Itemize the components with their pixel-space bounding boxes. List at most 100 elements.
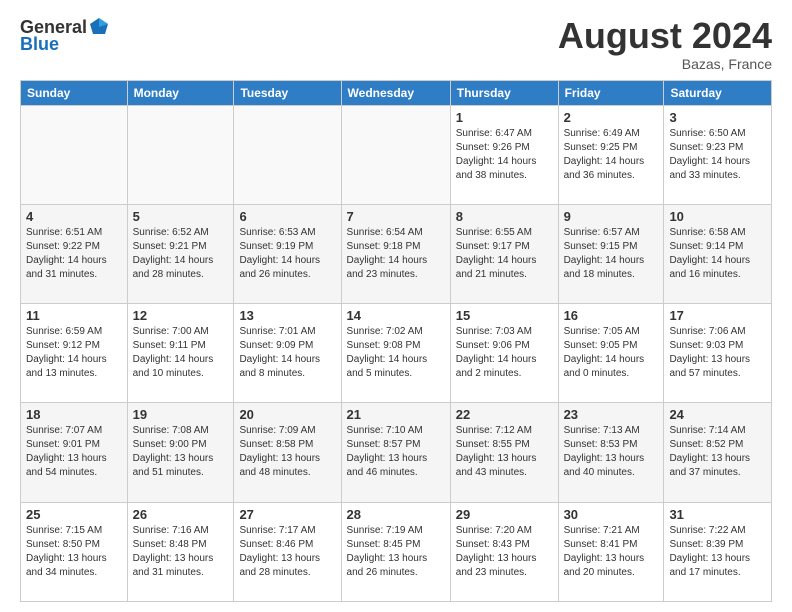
day-info: Sunrise: 7:13 AMSunset: 8:53 PMDaylight:… <box>564 424 659 480</box>
day-number: 25 <box>26 507 122 522</box>
day-number: 19 <box>133 407 229 422</box>
calendar-cell <box>21 105 128 204</box>
calendar-cell: 19 Sunrise: 7:08 AMSunset: 9:00 PMDayligh… <box>127 403 234 502</box>
day-number: 10 <box>669 209 766 224</box>
day-info: Sunrise: 7:06 AMSunset: 9:03 PMDaylight:… <box>669 325 766 381</box>
day-info: Sunrise: 6:59 AMSunset: 9:12 PMDaylight:… <box>26 325 122 381</box>
calendar-table: Sunday Monday Tuesday Wednesday Thursday… <box>20 80 772 602</box>
day-info: Sunrise: 7:07 AMSunset: 9:01 PMDaylight:… <box>26 424 122 480</box>
day-info: Sunrise: 7:19 AMSunset: 8:45 PMDaylight:… <box>347 524 445 580</box>
day-number: 8 <box>456 209 553 224</box>
day-info: Sunrise: 7:21 AMSunset: 8:41 PMDaylight:… <box>564 524 659 580</box>
day-number: 31 <box>669 507 766 522</box>
calendar-cell: 14Sunrise: 7:02 AMSunset: 9:08 PMDayligh… <box>341 304 450 403</box>
day-number: 20 <box>239 407 335 422</box>
day-number: 21 <box>347 407 445 422</box>
calendar-week-row: 4 Sunrise: 6:51 AMSunset: 9:22 PMDaylight… <box>21 204 772 303</box>
calendar-cell: 18 Sunrise: 7:07 AMSunset: 9:01 PMDayligh… <box>21 403 128 502</box>
calendar-cell: 1 Sunrise: 6:47 AMSunset: 9:26 PMDaylight… <box>450 105 558 204</box>
day-number: 11 <box>26 308 122 323</box>
calendar-cell: 21 Sunrise: 7:10 AMSunset: 8:57 PMDayligh… <box>341 403 450 502</box>
calendar-cell: 11 Sunrise: 6:59 AMSunset: 9:12 PMDayligh… <box>21 304 128 403</box>
day-number: 24 <box>669 407 766 422</box>
calendar-cell: 22 Sunrise: 7:12 AMSunset: 8:55 PMDayligh… <box>450 403 558 502</box>
logo-blue: Blue <box>20 34 59 55</box>
col-friday: Friday <box>558 80 664 105</box>
day-info: Sunrise: 7:17 AMSunset: 8:46 PMDaylight:… <box>239 524 335 580</box>
day-number: 17 <box>669 308 766 323</box>
calendar-cell: 26Sunrise: 7:16 AMSunset: 8:48 PMDayligh… <box>127 502 234 601</box>
calendar-header-row: Sunday Monday Tuesday Wednesday Thursday… <box>21 80 772 105</box>
calendar-cell: 24Sunrise: 7:14 AMSunset: 8:52 PMDayligh… <box>664 403 772 502</box>
calendar-cell <box>234 105 341 204</box>
day-info: Sunrise: 7:01 AMSunset: 9:09 PMDaylight:… <box>239 325 335 381</box>
day-number: 15 <box>456 308 553 323</box>
day-info: Sunrise: 6:53 AMSunset: 9:19 PMDaylight:… <box>239 226 335 282</box>
day-number: 6 <box>239 209 335 224</box>
calendar-cell: 28 Sunrise: 7:19 AMSunset: 8:45 PMDayligh… <box>341 502 450 601</box>
calendar-cell: 4 Sunrise: 6:51 AMSunset: 9:22 PMDaylight… <box>21 204 128 303</box>
day-info: Sunrise: 7:12 AMSunset: 8:55 PMDaylight:… <box>456 424 553 480</box>
day-info: Sunrise: 6:51 AMSunset: 9:22 PMDaylight:… <box>26 226 122 282</box>
day-number: 30 <box>564 507 659 522</box>
day-number: 29 <box>456 507 553 522</box>
calendar-cell: 15 Sunrise: 7:03 AMSunset: 9:06 PMDayligh… <box>450 304 558 403</box>
calendar-week-row: 25 Sunrise: 7:15 AMSunset: 8:50 PMDayligh… <box>21 502 772 601</box>
col-wednesday: Wednesday <box>341 80 450 105</box>
month-title: August 2024 <box>558 16 772 56</box>
day-number: 7 <box>347 209 445 224</box>
day-number: 5 <box>133 209 229 224</box>
calendar-cell: 8Sunrise: 6:55 AMSunset: 9:17 PMDaylight… <box>450 204 558 303</box>
day-number: 4 <box>26 209 122 224</box>
day-number: 22 <box>456 407 553 422</box>
calendar-cell: 3Sunrise: 6:50 AMSunset: 9:23 PMDaylight… <box>664 105 772 204</box>
col-sunday: Sunday <box>21 80 128 105</box>
calendar-cell: 5 Sunrise: 6:52 AMSunset: 9:21 PMDaylight… <box>127 204 234 303</box>
calendar-cell: 6 Sunrise: 6:53 AMSunset: 9:19 PMDaylight… <box>234 204 341 303</box>
calendar-week-row: 1 Sunrise: 6:47 AMSunset: 9:26 PMDaylight… <box>21 105 772 204</box>
calendar-cell: 25 Sunrise: 7:15 AMSunset: 8:50 PMDayligh… <box>21 502 128 601</box>
calendar-cell: 16 Sunrise: 7:05 AMSunset: 9:05 PMDayligh… <box>558 304 664 403</box>
calendar-cell: 10 Sunrise: 6:58 AMSunset: 9:14 PMDayligh… <box>664 204 772 303</box>
calendar-cell: 27Sunrise: 7:17 AMSunset: 8:46 PMDayligh… <box>234 502 341 601</box>
calendar-cell <box>341 105 450 204</box>
day-number: 28 <box>347 507 445 522</box>
calendar-cell <box>127 105 234 204</box>
day-number: 12 <box>133 308 229 323</box>
day-number: 16 <box>564 308 659 323</box>
day-info: Sunrise: 6:58 AMSunset: 9:14 PMDaylight:… <box>669 226 766 282</box>
day-info: Sunrise: 6:52 AMSunset: 9:21 PMDaylight:… <box>133 226 229 282</box>
day-number: 1 <box>456 110 553 125</box>
day-info: Sunrise: 7:03 AMSunset: 9:06 PMDaylight:… <box>456 325 553 381</box>
col-saturday: Saturday <box>664 80 772 105</box>
day-info: Sunrise: 6:54 AMSunset: 9:18 PMDaylight:… <box>347 226 445 282</box>
day-info: Sunrise: 7:08 AMSunset: 9:00 PMDaylight:… <box>133 424 229 480</box>
calendar-cell: 20 Sunrise: 7:09 AMSunset: 8:58 PMDayligh… <box>234 403 341 502</box>
title-block: August 2024 Bazas, France <box>558 16 772 72</box>
day-info: Sunrise: 7:15 AMSunset: 8:50 PMDaylight:… <box>26 524 122 580</box>
calendar-week-row: 18 Sunrise: 7:07 AMSunset: 9:01 PMDayligh… <box>21 403 772 502</box>
calendar-cell: 7 Sunrise: 6:54 AMSunset: 9:18 PMDaylight… <box>341 204 450 303</box>
day-info: Sunrise: 7:10 AMSunset: 8:57 PMDaylight:… <box>347 424 445 480</box>
day-info: Sunrise: 6:57 AMSunset: 9:15 PMDaylight:… <box>564 226 659 282</box>
calendar-cell: 13Sunrise: 7:01 AMSunset: 9:09 PMDayligh… <box>234 304 341 403</box>
calendar-week-row: 11 Sunrise: 6:59 AMSunset: 9:12 PMDayligh… <box>21 304 772 403</box>
calendar-cell: 12 Sunrise: 7:00 AMSunset: 9:11 PMDayligh… <box>127 304 234 403</box>
day-number: 2 <box>564 110 659 125</box>
col-tuesday: Tuesday <box>234 80 341 105</box>
logo: General Blue <box>20 16 111 55</box>
day-info: Sunrise: 7:00 AMSunset: 9:11 PMDaylight:… <box>133 325 229 381</box>
header: General Blue August 2024 Bazas, France <box>20 16 772 72</box>
day-number: 26 <box>133 507 229 522</box>
logo-flag-icon <box>88 16 110 38</box>
day-info: Sunrise: 6:47 AMSunset: 9:26 PMDaylight:… <box>456 127 553 183</box>
calendar-cell: 31Sunrise: 7:22 AMSunset: 8:39 PMDayligh… <box>664 502 772 601</box>
day-number: 3 <box>669 110 766 125</box>
day-number: 18 <box>26 407 122 422</box>
col-thursday: Thursday <box>450 80 558 105</box>
day-info: Sunrise: 7:09 AMSunset: 8:58 PMDaylight:… <box>239 424 335 480</box>
day-info: Sunrise: 7:05 AMSunset: 9:05 PMDaylight:… <box>564 325 659 381</box>
calendar-cell: 30 Sunrise: 7:21 AMSunset: 8:41 PMDayligh… <box>558 502 664 601</box>
day-info: Sunrise: 7:02 AMSunset: 9:08 PMDaylight:… <box>347 325 445 381</box>
day-info: Sunrise: 7:20 AMSunset: 8:43 PMDaylight:… <box>456 524 553 580</box>
